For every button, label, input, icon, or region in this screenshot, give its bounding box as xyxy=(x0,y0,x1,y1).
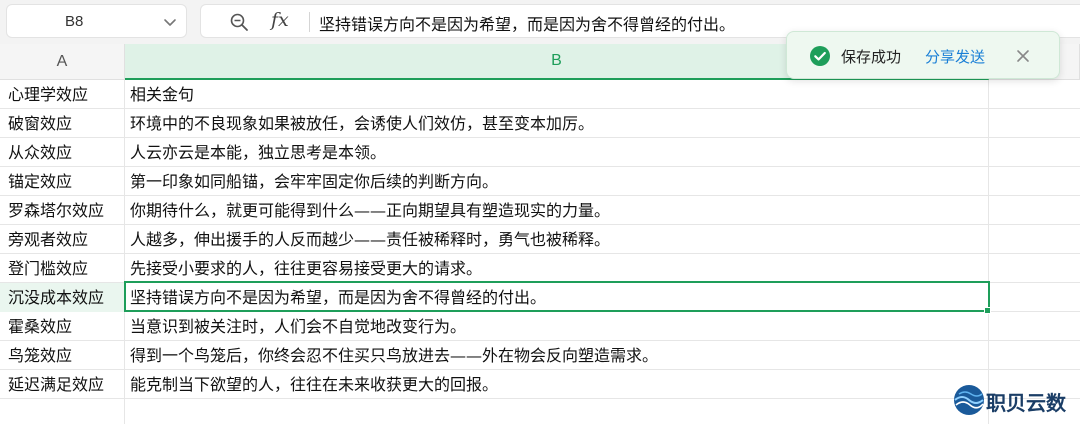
name-box-text: B8 xyxy=(65,13,84,30)
formula-content[interactable]: 坚持错误方向不是因为希望，而是因为舍不得曾经的付出。 xyxy=(319,11,735,35)
globe-logo-icon xyxy=(954,385,984,415)
cell-c[interactable] xyxy=(989,138,1080,167)
cell-b[interactable]: 人越多，伸出援手的人反而越少——责任被稀释时，勇气也被稀释。 xyxy=(125,225,989,254)
table-row: 登门槛效应 先接受小要求的人，往往更容易接受更大的请求。 xyxy=(0,254,1080,283)
cell-a[interactable]: 登门槛效应 xyxy=(0,254,125,283)
chevron-down-icon[interactable] xyxy=(162,14,178,30)
table-row: 破窗效应 环境中的不良现象如果被放任，会诱使人们效仿，甚至变本加厉。 xyxy=(0,109,1080,138)
table-row: 罗森塔尔效应 你期待什么，就更可能得到什么——正向期望具有塑造现实的力量。 xyxy=(0,196,1080,225)
cell-c[interactable] xyxy=(989,312,1080,341)
fx-icon[interactable]: fx xyxy=(271,9,289,31)
cell-b[interactable]: 人云亦云是本能，独立思考是本领。 xyxy=(125,138,989,167)
cell-c[interactable] xyxy=(989,196,1080,225)
table-row: 心理学效应 相关金句 xyxy=(0,80,1080,109)
cell-b[interactable]: 得到一个鸟笼后，你终会忍不住买只鸟放进去——外在物会反向塑造需求。 xyxy=(125,341,989,370)
save-toast: 保存成功 分享发送 xyxy=(786,31,1060,79)
cell-b-active[interactable]: 坚持错误方向不是因为希望，而是因为舍不得曾经的付出。 xyxy=(125,283,989,312)
spreadsheet-grid: A B 心理学效应 相关金句 破窗效应 环境中的不良现象如果被放任，会诱使人们效… xyxy=(0,44,1080,424)
cell-a[interactable]: 旁观者效应 xyxy=(0,225,125,254)
table-row: 旁观者效应 人越多，伸出援手的人反而越少——责任被稀释时，勇气也被稀释。 xyxy=(0,225,1080,254)
divider xyxy=(309,12,310,32)
cell-c[interactable] xyxy=(989,283,1080,312)
table-row xyxy=(0,399,1080,424)
cell-b[interactable]: 第一印象如同船锚，会牢牢固定你后续的判断方向。 xyxy=(125,167,989,196)
fill-handle[interactable] xyxy=(984,307,991,314)
cell-c[interactable] xyxy=(989,80,1080,109)
cell-a[interactable]: 鸟笼效应 xyxy=(0,341,125,370)
check-circle-icon xyxy=(810,46,830,66)
cell-c[interactable] xyxy=(989,109,1080,138)
cell-a[interactable]: 沉没成本效应 xyxy=(0,283,125,312)
watermark: 职贝云数 xyxy=(952,381,1080,421)
cell-a[interactable] xyxy=(0,399,125,424)
cell-b[interactable]: 你期待什么，就更可能得到什么——正向期望具有塑造现实的力量。 xyxy=(125,196,989,225)
watermark-text: 职贝云数 xyxy=(986,391,1066,415)
cell-b[interactable]: 当意识到被关注时，人们会不自觉地改变行为。 xyxy=(125,312,989,341)
cell-a[interactable]: 霍桑效应 xyxy=(0,312,125,341)
cell-b[interactable] xyxy=(125,399,989,424)
cell-a[interactable]: 延迟满足效应 xyxy=(0,370,125,399)
name-box[interactable]: B8 xyxy=(6,4,187,38)
table-row: 延迟满足效应 能克制当下欲望的人，往往在未来收获更大的回报。 xyxy=(0,370,1080,399)
column-header-a[interactable]: A xyxy=(0,44,125,80)
cell-c[interactable] xyxy=(989,341,1080,370)
cell-a[interactable]: 破窗效应 xyxy=(0,109,125,138)
table-row: 锚定效应 第一印象如同船锚，会牢牢固定你后续的判断方向。 xyxy=(0,167,1080,196)
table-row: 鸟笼效应 得到一个鸟笼后，你终会忍不住买只鸟放进去——外在物会反向塑造需求。 xyxy=(0,341,1080,370)
cell-c[interactable] xyxy=(989,254,1080,283)
cell-b[interactable]: 环境中的不良现象如果被放任，会诱使人们效仿，甚至变本加厉。 xyxy=(125,109,989,138)
cell-b[interactable]: 先接受小要求的人，往往更容易接受更大的请求。 xyxy=(125,254,989,283)
close-icon[interactable] xyxy=(1014,47,1032,65)
table-row-selected: 沉没成本效应 坚持错误方向不是因为希望，而是因为舍不得曾经的付出。 xyxy=(0,283,1080,312)
zoom-icon[interactable] xyxy=(229,12,249,32)
cell-a[interactable]: 罗森塔尔效应 xyxy=(0,196,125,225)
cell-b[interactable]: 能克制当下欲望的人，往往在未来收获更大的回报。 xyxy=(125,370,989,399)
toast-message: 保存成功 xyxy=(841,48,902,66)
cell-b[interactable]: 相关金句 xyxy=(125,80,989,109)
cell-a[interactable]: 锚定效应 xyxy=(0,167,125,196)
cell-c[interactable] xyxy=(989,225,1080,254)
table-row: 从众效应 人云亦云是本能，独立思考是本领。 xyxy=(0,138,1080,167)
cell-a[interactable]: 心理学效应 xyxy=(0,80,125,109)
table-row: 霍桑效应 当意识到被关注时，人们会不自觉地改变行为。 xyxy=(0,312,1080,341)
cell-c[interactable] xyxy=(989,167,1080,196)
share-send-link[interactable]: 分享发送 xyxy=(925,46,985,67)
cell-a[interactable]: 从众效应 xyxy=(0,138,125,167)
